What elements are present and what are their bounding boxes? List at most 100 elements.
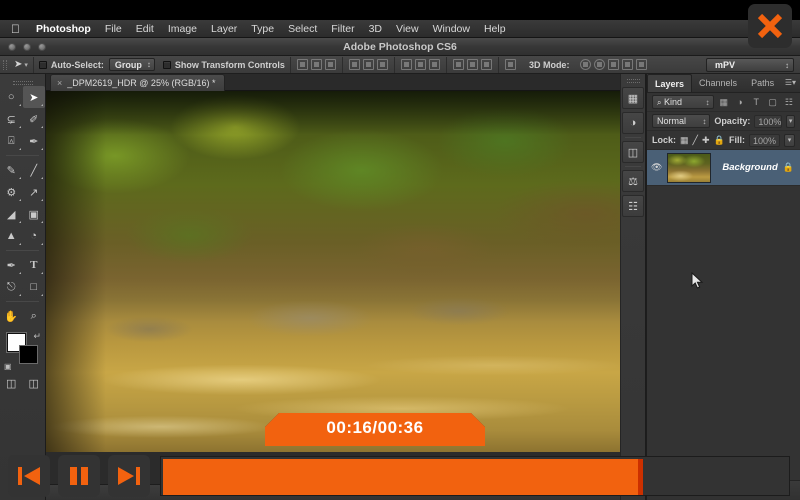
align-center-vertical-icon[interactable]: [362, 59, 374, 70]
path-selection-tool[interactable]: ⎋: [0, 276, 23, 298]
video-progress-playhead[interactable]: [638, 459, 643, 495]
eye-icon[interactable]: 👁: [651, 162, 662, 173]
eraser-tool[interactable]: ◢: [0, 203, 23, 225]
video-progress-bar[interactable]: [160, 456, 790, 496]
menu-item-window[interactable]: Window: [426, 20, 477, 38]
auto-select-checkbox[interactable]: [38, 60, 47, 69]
hand-tool[interactable]: ✋: [0, 305, 23, 327]
align-bottom-icon[interactable]: [376, 59, 388, 70]
color-panel-icon[interactable]: ▦: [622, 87, 644, 109]
lock-transparency-icon[interactable]: ▦: [680, 135, 689, 146]
swatches-panel-icon[interactable]: ◑: [622, 112, 644, 134]
lock-position-icon[interactable]: ✚: [702, 135, 710, 146]
menu-item-select[interactable]: Select: [281, 20, 324, 38]
fill-stepper[interactable]: ▾: [784, 133, 795, 147]
workspace-dropdown[interactable]: mPV: [706, 58, 794, 72]
menu-item-image[interactable]: Image: [161, 20, 204, 38]
properties-panel-icon[interactable]: ☷: [622, 195, 644, 217]
pause-button[interactable]: [58, 455, 100, 497]
scale-3d-icon[interactable]: [636, 59, 648, 70]
lasso-tool[interactable]: ⊊: [0, 108, 23, 130]
quick-selection-tool[interactable]: ✐: [23, 108, 46, 130]
lock-image-icon[interactable]: ╱: [693, 135, 698, 146]
align-left-icon[interactable]: [296, 59, 308, 70]
tab-layers[interactable]: Layers: [647, 74, 693, 92]
type-filter-icon[interactable]: T: [750, 97, 762, 107]
shape-filter-icon[interactable]: ▢: [766, 97, 778, 108]
apple-logo-icon[interactable]: : [11, 23, 20, 35]
history-panel-icon[interactable]: ⚖: [622, 170, 644, 192]
menu-item-filter[interactable]: Filter: [324, 20, 361, 38]
fill-value[interactable]: 100%: [748, 133, 780, 147]
blur-tool[interactable]: ▲: [0, 225, 23, 247]
document-tab[interactable]: × _DPM2619_HDR @ 25% (RGB/16) *: [50, 74, 226, 92]
close-icon[interactable]: ×: [57, 75, 62, 92]
opacity-stepper[interactable]: ▾: [786, 114, 795, 128]
canvas-image[interactable]: [46, 91, 620, 452]
zoom-tool[interactable]: ⌕: [23, 305, 46, 327]
distribute-bottom-icon[interactable]: [428, 59, 440, 70]
previous-button[interactable]: [8, 455, 50, 497]
slide-3d-icon[interactable]: [622, 59, 634, 70]
move-tool[interactable]: ➤: [22, 86, 45, 108]
auto-align-layers-icon[interactable]: [504, 59, 516, 70]
history-brush-tool[interactable]: ↗: [23, 181, 46, 203]
distribute-right-icon[interactable]: [480, 59, 492, 70]
options-bar-grip[interactable]: [0, 56, 9, 74]
tab-paths[interactable]: Paths: [744, 74, 781, 92]
pixel-filter-icon[interactable]: ▦: [718, 97, 730, 108]
opacity-value[interactable]: 100%: [754, 114, 783, 128]
menu-item-edit[interactable]: Edit: [129, 20, 161, 38]
blend-mode-dropdown[interactable]: Normal: [652, 114, 711, 128]
adjustments-panel-icon[interactable]: ◫: [622, 141, 644, 163]
roll-3d-icon[interactable]: [594, 59, 606, 70]
swap-colors-icon[interactable]: ↵: [33, 331, 41, 342]
tab-channels[interactable]: Channels: [692, 74, 744, 92]
panel-menu-icon[interactable]: ☰▾: [785, 78, 796, 87]
distribute-left-icon[interactable]: [452, 59, 464, 70]
quick-mask-icon[interactable]: ◫: [6, 377, 16, 390]
distribute-middle-icon[interactable]: [466, 59, 478, 70]
align-center-horizontal-icon[interactable]: [310, 59, 322, 70]
pen-tool[interactable]: ✒: [0, 254, 23, 276]
align-top-icon[interactable]: [348, 59, 360, 70]
eyedropper-tool[interactable]: ✒: [23, 130, 46, 152]
marquee-tool[interactable]: ○: [0, 86, 23, 108]
show-transform-checkbox[interactable]: [162, 60, 171, 69]
lock-all-icon[interactable]: 🔒: [714, 135, 725, 146]
close-video-button[interactable]: [748, 4, 792, 48]
distribute-center-icon[interactable]: [414, 59, 426, 70]
default-colors-icon[interactable]: ▣: [4, 362, 12, 371]
layer-row-background[interactable]: 👁 Background 🔒: [647, 150, 800, 186]
clone-stamp-tool[interactable]: ⚙: [0, 181, 23, 203]
dodge-tool[interactable]: ◔: [23, 225, 46, 247]
menu-item-layer[interactable]: Layer: [204, 20, 244, 38]
layer-thumbnail[interactable]: [667, 152, 711, 183]
menu-item-file[interactable]: File: [98, 20, 129, 38]
spot-healing-tool[interactable]: ✎: [0, 159, 23, 181]
rotate-3d-icon[interactable]: [580, 59, 592, 70]
adjustment-filter-icon[interactable]: ◑: [734, 97, 746, 107]
auto-select-scope-dropdown[interactable]: Group: [108, 58, 155, 71]
menu-item-help[interactable]: Help: [477, 20, 513, 38]
menu-item-type[interactable]: Type: [244, 20, 281, 38]
align-right-icon[interactable]: [324, 59, 336, 70]
lock-icon[interactable]: 🔒: [783, 162, 794, 173]
rectangle-tool[interactable]: □: [23, 276, 46, 298]
dock-grip[interactable]: [621, 77, 645, 84]
active-tool-indicator[interactable]: ➤ ▾: [9, 56, 34, 73]
menu-item-view[interactable]: View: [389, 20, 426, 38]
gradient-tool[interactable]: ▣: [23, 203, 46, 225]
layer-filter-kind-dropdown[interactable]: ⌕ Kind: [652, 95, 714, 109]
smart-object-filter-icon[interactable]: ☷: [783, 97, 795, 108]
menu-item-3d[interactable]: 3D: [362, 20, 389, 38]
distribute-top-icon[interactable]: [400, 59, 412, 70]
tools-panel-grip[interactable]: [0, 78, 45, 86]
crop-tool[interactable]: ⍓: [0, 130, 23, 152]
background-color-swatch[interactable]: [19, 345, 38, 364]
brush-tool[interactable]: ╱: [23, 159, 46, 181]
type-tool[interactable]: T: [23, 254, 46, 276]
pan-3d-icon[interactable]: [608, 59, 620, 70]
menu-item-photoshop[interactable]: Photoshop: [29, 20, 98, 38]
next-button[interactable]: [108, 455, 150, 497]
